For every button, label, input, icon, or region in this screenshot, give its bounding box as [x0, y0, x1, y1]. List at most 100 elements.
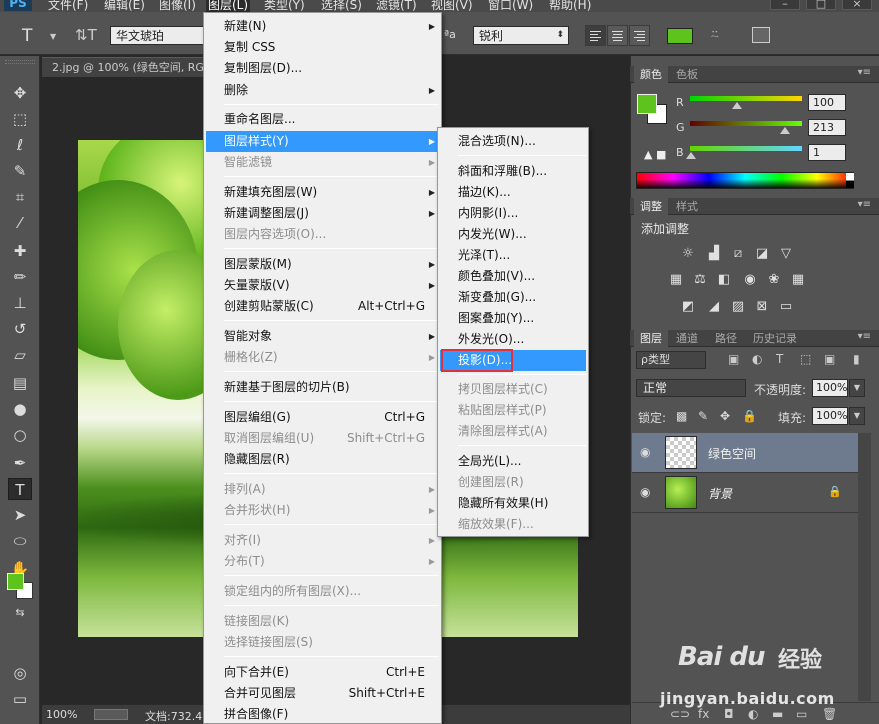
text-orientation-icon[interactable]: ⇅T [75, 26, 97, 44]
status-icon[interactable] [94, 709, 128, 720]
panel-menu-icon[interactable]: ▾≡ [858, 331, 871, 342]
maximize-button[interactable]: □ [806, 0, 836, 10]
style-menu-item[interactable]: 隐藏所有效果(H) [440, 493, 586, 514]
layer-menu-item[interactable]: 合并形状(H) ▶ [206, 500, 439, 521]
style-menu-item[interactable]: 全局光(L)... [440, 451, 586, 472]
delete-layer-icon[interactable]: 🗑 [822, 707, 837, 721]
channel-b-value[interactable]: 1 [808, 144, 846, 161]
layer-menu-item[interactable]: 复制图层(D)... [206, 58, 439, 79]
brush-tool-icon[interactable]: ✏ [8, 266, 32, 288]
channel-g-slider[interactable] [690, 121, 802, 126]
style-menu-item[interactable]: 拷贝图层样式(C) [440, 379, 586, 400]
foreground-color-swatch[interactable] [7, 573, 24, 590]
menu-file[interactable]: 文件(F) [48, 0, 88, 12]
menu-image[interactable]: 图像(I) [159, 0, 196, 12]
brightness-icon[interactable]: ☼ [680, 247, 696, 261]
antialias-select[interactable]: 锐利 ⬍ [473, 26, 569, 45]
menu-window[interactable]: 窗口(W) [488, 0, 533, 12]
style-menu-item[interactable]: 外发光(O)... [440, 329, 586, 350]
color-balance-icon[interactable]: ⚖ [692, 273, 708, 287]
align-right-button[interactable] [629, 25, 650, 46]
layer-row[interactable]: ◉ 绿色空间 [632, 433, 858, 473]
tab-channels[interactable]: 通道 [670, 330, 704, 347]
style-menu-item[interactable]: 创建图层(R) [440, 472, 586, 493]
tab-color[interactable]: 颜色 [634, 66, 668, 83]
menu-select[interactable]: 选择(S) [321, 0, 362, 12]
layers-scrollbar[interactable] [858, 433, 871, 701]
layer-menu-item[interactable]: 矢量蒙版(V) ▶ [206, 275, 439, 296]
minimize-button[interactable]: – [770, 0, 800, 10]
lock-pixels-icon[interactable]: ✎ [698, 409, 708, 423]
fill-dropdown-icon[interactable]: ▼ [849, 407, 865, 425]
style-menu-item[interactable]: 光泽(T)... [440, 245, 586, 266]
layer-menu-item[interactable]: 删除 ▶ [206, 80, 439, 101]
gamut-warning-icon[interactable]: ▲ ■ [644, 148, 666, 161]
fx-icon[interactable]: fx [698, 707, 709, 721]
layer-menu-item[interactable]: 智能滤镜 ▶ [206, 152, 439, 173]
layer-row[interactable]: ◉ 背景 🔒 [632, 473, 858, 513]
type-tool-selected-icon[interactable]: T [8, 478, 32, 500]
black-white-icon[interactable]: ◧ [716, 273, 732, 287]
filter-toggle-icon[interactable]: ▮ [853, 352, 860, 366]
toolbox-grip[interactable] [5, 60, 35, 64]
layer-menu-item[interactable]: 图层编组(G) Ctrl+G [206, 407, 439, 428]
move-tool-icon[interactable]: ✥ [8, 82, 32, 104]
align-left-button[interactable] [585, 25, 606, 46]
new-group-icon[interactable]: ▬ [772, 707, 783, 721]
panel-menu-icon[interactable]: ▾≡ [858, 199, 871, 210]
style-menu-item[interactable]: 描边(K)... [440, 182, 586, 203]
menu-layer[interactable]: 图层(L) [206, 0, 251, 12]
layer-menu-item[interactable]: 对齐(I) ▶ [206, 530, 439, 551]
channel-g-value[interactable]: 213 [808, 119, 846, 136]
menu-edit[interactable]: 编辑(E) [104, 0, 145, 12]
hue-saturation-icon[interactable]: ▦ [668, 273, 684, 287]
channel-r-value[interactable]: 100 [808, 94, 846, 111]
levels-icon[interactable]: ▟ [706, 247, 722, 261]
tab-layers[interactable]: 图层 [634, 330, 668, 347]
layer-menu-item[interactable]: 复制 CSS [206, 37, 439, 58]
dodge-tool-icon[interactable]: ○ [8, 424, 32, 446]
link-layers-icon[interactable]: ⊂⊃ [670, 707, 690, 721]
channel-r-knob[interactable] [732, 102, 742, 109]
layer-menu-item[interactable]: 重命名图层... [206, 109, 439, 130]
blur-tool-icon[interactable]: ● [8, 398, 32, 420]
font-family-select[interactable]: 华文琥珀 [110, 26, 206, 45]
menu-view[interactable]: 视图(V) [431, 0, 473, 12]
quick-select-tool-icon[interactable]: ✎ [8, 160, 32, 182]
layer-name[interactable]: 背景 [708, 485, 732, 502]
exposure-icon[interactable]: ◪ [754, 247, 770, 261]
tab-swatches[interactable]: 色板 [670, 66, 704, 83]
pen-tool-icon[interactable]: ✒ [8, 452, 32, 474]
filter-pixel-icon[interactable]: ▣ [728, 352, 739, 366]
style-menu-item[interactable]: 内发光(W)... [440, 224, 586, 245]
menu-type[interactable]: 类型(Y) [264, 0, 305, 12]
style-menu-item[interactable]: 斜面和浮雕(B)... [440, 161, 586, 182]
channel-g-knob[interactable] [780, 127, 790, 134]
blend-mode-select[interactable]: 正常 [636, 379, 746, 397]
threshold-icon[interactable]: ▨ [730, 300, 746, 314]
layer-menu-item[interactable]: 合并可见图层 Shift+Ctrl+E [206, 683, 439, 704]
style-menu-item[interactable]: 渐变叠加(G)... [440, 287, 586, 308]
align-center-button[interactable] [607, 25, 628, 46]
eraser-tool-icon[interactable]: ▱ [8, 344, 32, 366]
layer-menu-item[interactable]: 向下合并(E) Ctrl+E [206, 662, 439, 683]
layer-name[interactable]: 绿色空间 [708, 445, 756, 462]
filter-smart-icon[interactable]: ▣ [824, 352, 835, 366]
type-tool-icon[interactable]: T [22, 26, 32, 46]
gradient-map-icon[interactable]: ▭ [778, 300, 794, 314]
layer-menu-item[interactable]: 分布(T) ▶ [206, 551, 439, 572]
filter-adjust-icon[interactable]: ◐ [752, 352, 762, 366]
menu-filter[interactable]: 滤镜(T) [376, 0, 417, 12]
character-panel-icon[interactable] [752, 27, 770, 43]
layer-filter-select[interactable]: ρ类型 [636, 351, 706, 369]
quick-mask-icon[interactable]: ◎ [8, 662, 32, 684]
tab-paths[interactable]: 路径 [709, 330, 743, 347]
menu-help[interactable]: 帮助(H) [549, 0, 591, 12]
lock-all-icon[interactable]: 🔒 [742, 409, 757, 423]
channel-r-slider[interactable] [690, 96, 802, 101]
path-select-tool-icon[interactable]: ➤ [8, 504, 32, 526]
channel-mixer-icon[interactable]: ❀ [766, 273, 782, 287]
selective-color-icon[interactable]: ⊠ [754, 300, 770, 314]
layer-menu-item[interactable]: 新建(N) ▶ [206, 16, 439, 37]
text-color-swatch[interactable] [667, 28, 693, 44]
